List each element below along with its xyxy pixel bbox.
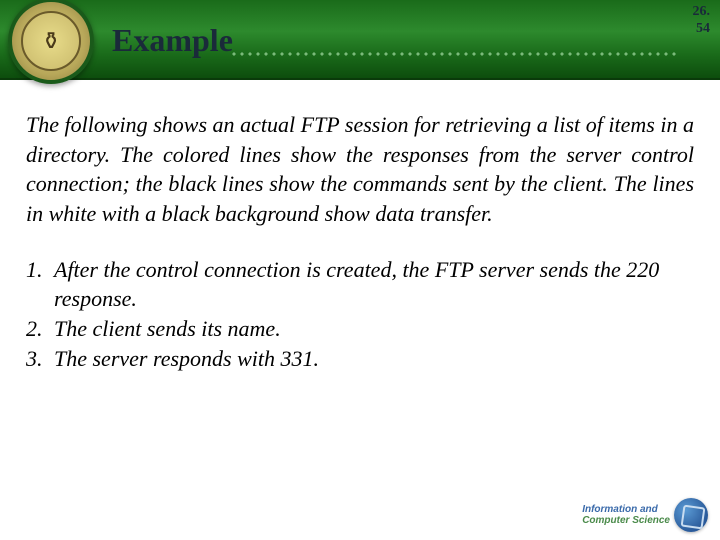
logo-inner-icon: ⚱: [21, 11, 81, 71]
step-text: After the control connection is created,…: [54, 255, 694, 314]
step-number: 3.: [26, 344, 54, 374]
list-item: 1. After the control connection is creat…: [26, 255, 694, 314]
slide-title: Example: [112, 22, 233, 59]
footer-text: Information and Computer Science: [582, 504, 670, 526]
step-number: 2.: [26, 314, 54, 344]
university-logo: ⚱: [8, 0, 94, 84]
slide-content: The following shows an actual FTP sessio…: [0, 80, 720, 374]
header-dots-decoration: [230, 50, 680, 56]
step-text: The client sends its name.: [54, 314, 694, 344]
list-item: 3. The server responds with 331.: [26, 344, 694, 374]
page-number: 26. 54: [693, 4, 711, 38]
step-text: The server responds with 331.: [54, 344, 694, 374]
page-number-top: 26.: [693, 4, 711, 21]
footer-line1: Information and: [582, 504, 670, 515]
slide-header: ⚱ Example 26. 54: [0, 0, 720, 80]
step-number: 1.: [26, 255, 54, 314]
steps-list: 1. After the control connection is creat…: [26, 255, 694, 374]
list-item: 2. The client sends its name.: [26, 314, 694, 344]
page-number-bottom: 54: [693, 21, 711, 38]
intro-paragraph: The following shows an actual FTP sessio…: [26, 110, 694, 229]
footer-line2: Computer Science: [582, 515, 670, 526]
ics-badge-icon: [674, 498, 708, 532]
footer-branding: Information and Computer Science: [582, 498, 708, 532]
